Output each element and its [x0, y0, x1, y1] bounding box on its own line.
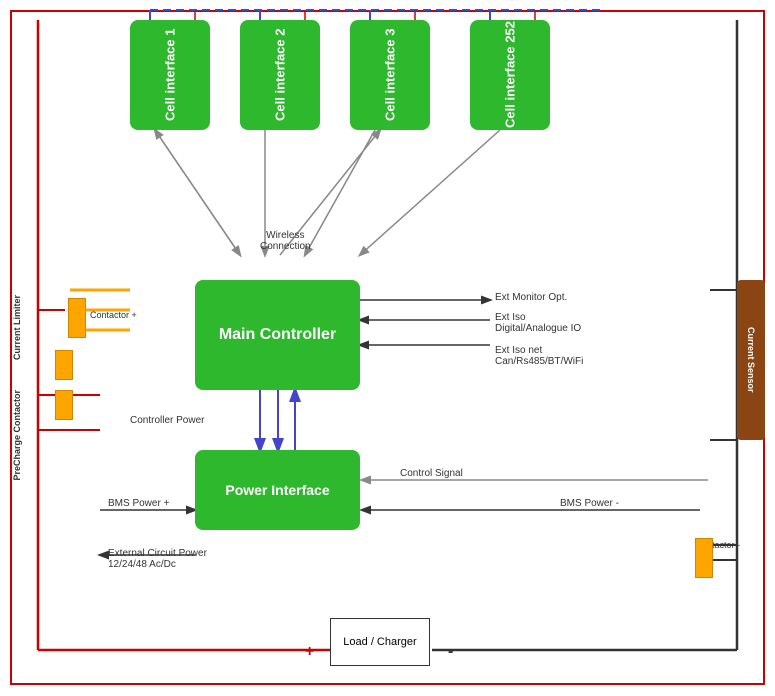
controller-power-label: Controller Power — [130, 415, 204, 426]
bms-power-plus-label: BMS Power + — [108, 498, 169, 509]
connector-rect-2 — [55, 350, 73, 380]
contactor-plus-label: Contactor + — [90, 310, 137, 320]
diagram-container: Cell interface 1 Cell interface 2 Cell i… — [0, 0, 775, 696]
ext-iso-digital-label: Ext IsoDigital/Analogue IO — [495, 312, 581, 334]
connector-rect-3 — [55, 390, 73, 420]
current-sensor-box: Current Sensor — [737, 280, 765, 440]
power-interface-box: Power Interface — [195, 450, 360, 530]
external-circuit-power-label: External Circuit Power12/24/48 Ac/Dc — [108, 548, 207, 570]
connector-rect-1 — [68, 298, 86, 338]
minus-label: - — [448, 643, 453, 661]
cell-interface-252: Cell interface 252 — [470, 20, 550, 130]
plus-label: + — [305, 643, 314, 661]
cell-interface-1: Cell interface 1 — [130, 20, 210, 130]
cell-interface-3: Cell interface 3 — [350, 20, 430, 130]
ext-iso-net-label: Ext Iso netCan/Rs485/BT/WiFi — [495, 345, 583, 367]
ext-monitor-opt-label: Ext Monitor Opt. — [495, 292, 567, 303]
cell-interface-2: Cell interface 2 — [240, 20, 320, 130]
load-charger-box: Load / Charger — [330, 618, 430, 666]
connector-rect-right — [695, 538, 713, 578]
wireless-connection-label: WirelessConnection — [260, 230, 311, 252]
bms-power-minus-label: BMS Power - — [560, 498, 619, 509]
main-controller-box: Main Controller — [195, 280, 360, 390]
precharge-contactor-label: PreCharge Contactor — [12, 390, 22, 481]
current-limiter-label: Current Limiter — [12, 295, 22, 360]
control-signal-label: Control Signal — [400, 468, 463, 479]
